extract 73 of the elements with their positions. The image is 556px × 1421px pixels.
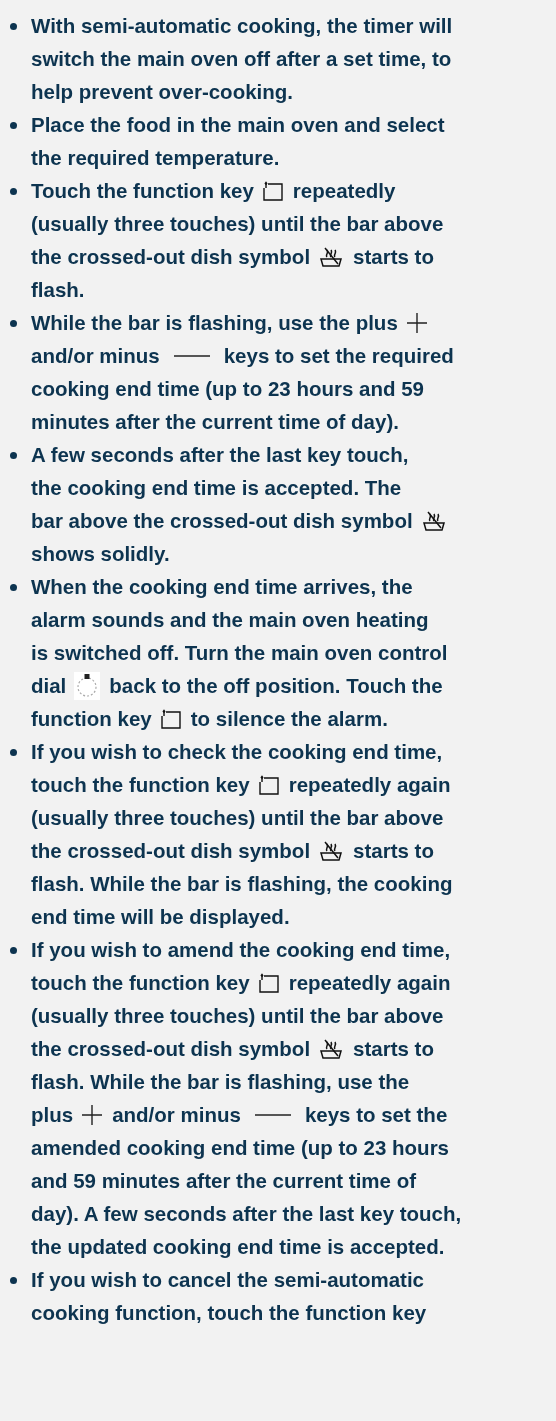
instruction-text: cooking end time (up to 23 hours and 59 xyxy=(31,376,424,402)
instruction-text: If you wish to check the cooking end time, xyxy=(31,739,443,765)
instruction-text: starts to xyxy=(353,1036,434,1062)
crossed-out-dish-icon xyxy=(318,245,345,268)
control-dial-icon xyxy=(74,671,101,700)
instruction-text: the required temperature. xyxy=(31,145,280,171)
instruction-text: Place the food in the main oven and select xyxy=(31,112,445,138)
instruction-text: touch the function key xyxy=(31,772,250,798)
instruction-text: the cooking end time is accepted. The xyxy=(31,475,402,501)
function-key-icon xyxy=(257,774,280,795)
instruction-text: and/or minus xyxy=(31,343,160,369)
crossed-out-dish-icon xyxy=(318,839,345,862)
instruction-text: Touch the function key xyxy=(31,178,254,204)
bullet-icon xyxy=(10,23,17,30)
instruction-text: With semi-automatic cooking, the timer will xyxy=(31,13,453,39)
function-key-icon xyxy=(257,972,280,993)
instruction-text: keys to set the xyxy=(304,1102,448,1128)
instruction-text: keys to set the required xyxy=(223,343,454,369)
instruction-text: bar above the crossed-out dish symbol xyxy=(31,508,413,534)
instruction-text: the crossed-out dish symbol xyxy=(31,838,311,864)
crossed-out-dish-icon xyxy=(420,509,447,532)
plus-icon xyxy=(81,1103,104,1126)
instruction-text: minutes after the current time of day). xyxy=(31,409,399,435)
bullet-icon xyxy=(10,749,17,756)
instruction-text: amended cooking end time (up to 23 hours xyxy=(31,1135,450,1161)
instruction-text: (usually three touches) until the bar above xyxy=(31,1003,444,1029)
instruction-text: dial xyxy=(31,673,67,699)
instruction-text: If you wish to cancel the semi-automatic xyxy=(31,1267,424,1293)
instruction-text: function key xyxy=(31,706,152,732)
bullet-icon xyxy=(10,1277,17,1284)
instruction-text: back to the off position. Touch the xyxy=(109,673,443,699)
bullet-icon xyxy=(10,584,17,591)
instruction-text: flash. While the bar is flashing, use the xyxy=(31,1069,410,1095)
instruction-text: flash. While the bar is flashing, the cooking xyxy=(31,871,453,897)
instruction-text: alarm sounds and the main oven heating xyxy=(31,607,429,633)
bullet-icon xyxy=(10,122,17,129)
function-key-icon xyxy=(159,708,182,729)
instruction-text: flash. xyxy=(31,277,85,303)
instruction-text: repeatedly xyxy=(292,178,396,204)
instruction-text: starts to xyxy=(353,244,434,270)
bullet-icon xyxy=(10,320,17,327)
instruction-text: the updated cooking end time is accepted. xyxy=(31,1234,445,1260)
instruction-text: A few seconds after the last key touch, xyxy=(31,442,409,468)
instruction-text: help prevent over-cooking. xyxy=(31,79,293,105)
minus-icon xyxy=(173,353,210,358)
instruction-text: and/or minus xyxy=(112,1102,241,1128)
instruction-text: plus xyxy=(31,1102,74,1128)
crossed-out-dish-icon xyxy=(318,1037,345,1060)
instruction-text: the crossed-out dish symbol xyxy=(31,1036,311,1062)
plus-icon xyxy=(405,311,428,334)
minus-icon xyxy=(254,1112,291,1117)
bullet-icon xyxy=(10,452,17,459)
instruction-text: to silence the alarm. xyxy=(190,706,388,732)
instruction-text: and 59 minutes after the current time of xyxy=(31,1168,417,1194)
instruction-text: When the cooking end time arrives, the xyxy=(31,574,413,600)
instruction-text: day). A few seconds after the last key touch, xyxy=(31,1201,462,1227)
bullet-icon xyxy=(10,947,17,954)
instruction-text: While the bar is flashing, use the plus xyxy=(31,310,398,336)
instruction-text: (usually three touches) until the bar above xyxy=(31,805,444,831)
instruction-text: repeatedly again xyxy=(288,772,451,798)
instruction-text: repeatedly again xyxy=(288,970,451,996)
instruction-text: touch the function key xyxy=(31,970,250,996)
instruction-text: is switched off. Turn the main oven control xyxy=(31,640,448,666)
instruction-text: starts to xyxy=(353,838,434,864)
instruction-text: cooking function, touch the function key xyxy=(31,1300,427,1326)
instruction-text: switch the main oven off after a set time, to xyxy=(31,46,452,72)
instruction-text: shows solidly. xyxy=(31,541,170,567)
bullet-icon xyxy=(10,188,17,195)
function-key-icon xyxy=(261,180,284,201)
instruction-text: If you wish to amend the cooking end time, xyxy=(31,937,451,963)
instruction-text: end time will be displayed. xyxy=(31,904,290,930)
instruction-text: (usually three touches) until the bar above xyxy=(31,211,444,237)
instruction-text: the crossed-out dish symbol xyxy=(31,244,311,270)
